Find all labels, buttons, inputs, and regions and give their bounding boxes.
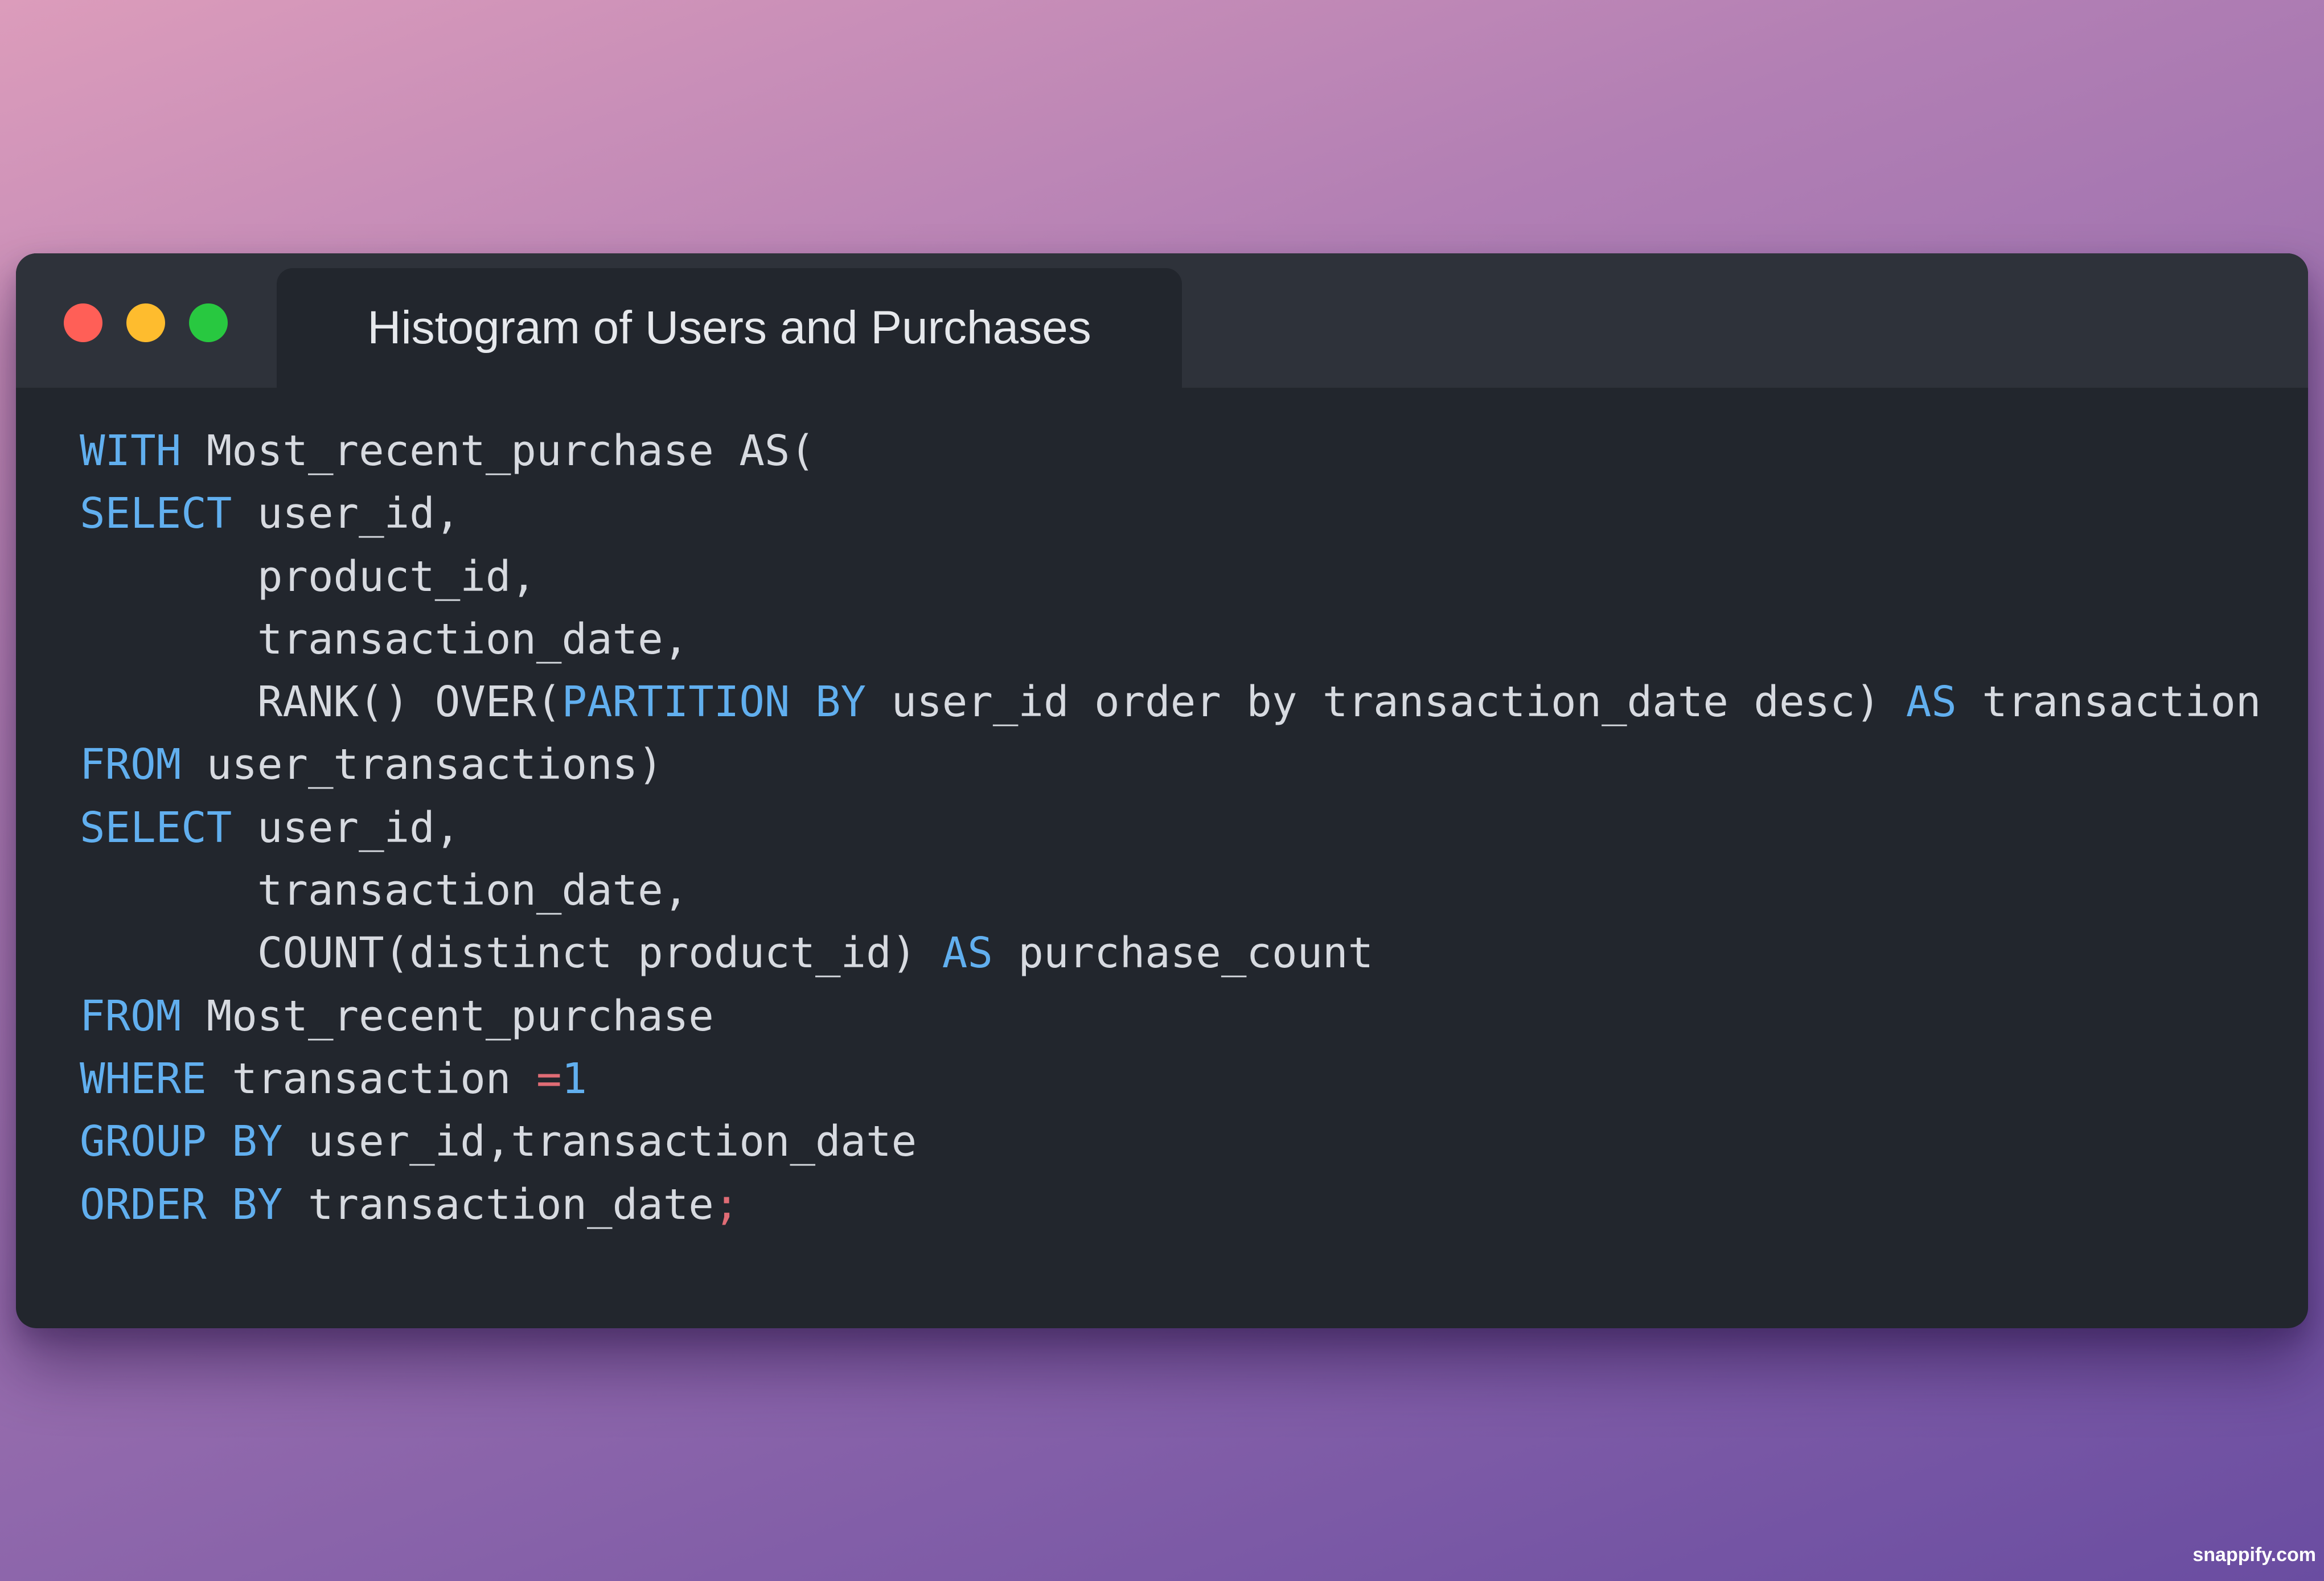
code-token-plain: product_id, (80, 552, 536, 601)
code-token-plain: user_id,transaction_date (282, 1117, 917, 1167)
code-token-plain: user_transactions) (181, 740, 663, 790)
code-token-plain: transaction (1956, 677, 2261, 727)
code-token-keyword: ORDER BY (80, 1180, 283, 1229)
code-token-plain: user_id, (232, 803, 461, 852)
code-token-keyword: AS (1906, 677, 1957, 727)
code-token-plain: COUNT(distinct product_id) (80, 929, 942, 978)
code-token-plain: transaction (206, 1054, 536, 1103)
code-token-punctuation: ; (713, 1180, 740, 1229)
close-window-icon[interactable] (64, 303, 102, 342)
code-token-plain: Most_recent_purchase (181, 991, 714, 1041)
code-token-plain: transaction_date (282, 1180, 714, 1229)
code-token-number: 1 (561, 1054, 588, 1103)
code-token-plain: transaction_date, (80, 866, 689, 915)
code-line: FROM Most_recent_purchase (80, 985, 2261, 1048)
code-line: FROM user_transactions) (80, 733, 2261, 796)
code-line: WHERE transaction =1 (80, 1048, 2261, 1110)
code-line: transaction_date, (80, 608, 2261, 671)
code-token-keyword: FROM (80, 991, 182, 1041)
minimize-window-icon[interactable] (126, 303, 165, 342)
title-bar: Histogram of Users and Purchases (16, 253, 2308, 388)
code-token-plain: RANK() OVER( (80, 677, 562, 727)
code-line: product_id, (80, 545, 2261, 608)
code-token-keyword: SELECT (80, 489, 232, 539)
code-line: GROUP BY user_id,transaction_date (80, 1110, 2261, 1173)
code-line: COUNT(distinct product_id) AS purchase_c… (80, 922, 2261, 984)
maximize-window-icon[interactable] (189, 303, 228, 342)
code-token-plain: user_id order by transaction_date desc) (866, 677, 1906, 727)
code-token-keyword: AS (942, 929, 993, 978)
code-token-keyword: FROM (80, 740, 182, 790)
code-line: RANK() OVER(PARTITION BY user_id order b… (80, 671, 2261, 733)
code-line: transaction_date, (80, 859, 2261, 922)
code-line: WITH Most_recent_purchase AS( (80, 420, 2261, 482)
code-token-plain: purchase_count (992, 929, 1374, 978)
file-tab[interactable]: Histogram of Users and Purchases (277, 268, 1182, 388)
code-token-keyword: GROUP BY (80, 1117, 283, 1167)
code-token-plain: user_id, (232, 489, 461, 539)
code-token-plain: Most_recent_purchase AS( (181, 426, 816, 475)
code-token-keyword: WITH (80, 426, 182, 475)
code-token-keyword: PARTITION BY (561, 677, 867, 727)
watermark-text: snappify.com (2192, 1544, 2316, 1566)
code-token-keyword: WHERE (80, 1054, 207, 1103)
code-token-plain: transaction_date, (80, 614, 689, 664)
code-window: Histogram of Users and Purchases WITH Mo… (16, 253, 2308, 1328)
code-line: ORDER BY transaction_date; (80, 1173, 2261, 1236)
code-token-operator: = (536, 1054, 562, 1103)
code-line: SELECT user_id, (80, 796, 2261, 859)
code-line: SELECT user_id, (80, 482, 2261, 545)
code-token-keyword: SELECT (80, 803, 232, 852)
code-editor[interactable]: WITH Most_recent_purchase AS(SELECT user… (80, 420, 2261, 1236)
file-tab-label: Histogram of Users and Purchases (367, 302, 1091, 354)
